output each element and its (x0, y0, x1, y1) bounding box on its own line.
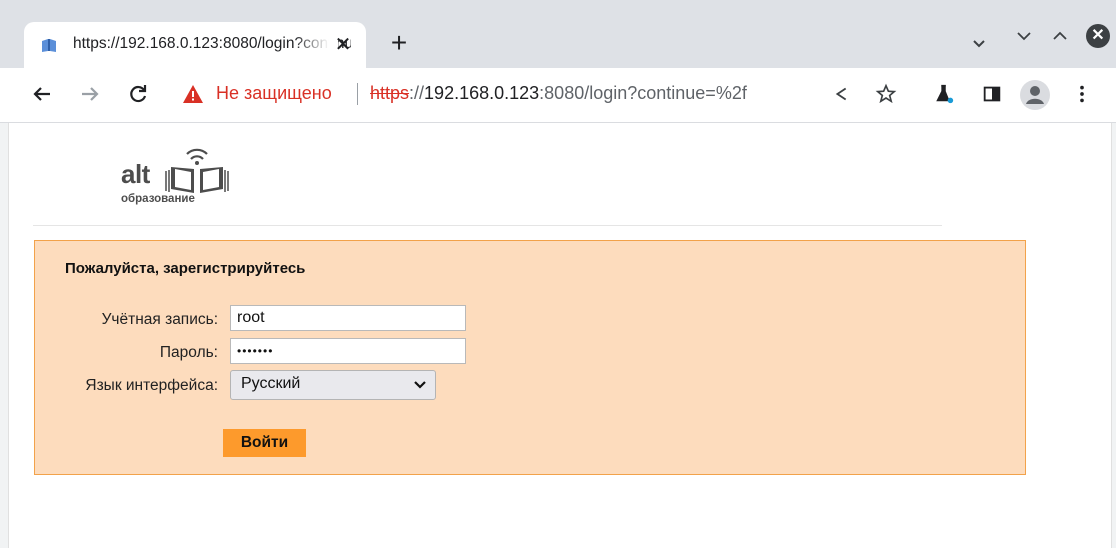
tab-close-icon[interactable]: ✕ (332, 34, 354, 56)
arrow-right-icon[interactable] (76, 80, 104, 108)
book-icon (42, 39, 56, 52)
left-edge (0, 123, 9, 548)
password-input[interactable] (230, 338, 466, 364)
plus-icon[interactable]: + (385, 29, 413, 57)
account-label: Учётная запись: (101, 311, 218, 328)
language-select[interactable]: Русский (230, 370, 436, 400)
alt-logo: alt образование (118, 143, 238, 213)
url-separator: :// (409, 83, 425, 103)
minimize-icon[interactable] (1012, 24, 1036, 48)
reload-icon[interactable] (124, 80, 152, 108)
security-label[interactable]: Не защищено (216, 83, 332, 104)
account-input[interactable] (230, 305, 466, 331)
url-rest: :8080/login?continue=%2f (539, 83, 747, 103)
omnibox-divider (357, 83, 358, 105)
login-heading: Пожалуйста, зарегистрируйтесь (65, 260, 306, 277)
logo-brand: alt (121, 159, 150, 189)
right-edge (1111, 123, 1116, 548)
kebab-menu-icon[interactable] (1068, 80, 1096, 108)
tab-strip: https://192.168.0.123:8080/login?continu… (0, 0, 1116, 68)
arrow-left-icon[interactable] (28, 80, 56, 108)
chevron-down-icon (414, 381, 426, 389)
url-scheme: https (370, 83, 410, 103)
profile-icon[interactable] (1020, 80, 1050, 110)
wifi-book-icon (165, 148, 229, 193)
flask-icon[interactable] (930, 80, 958, 108)
login-panel: Пожалуйста, зарегистрируйтесь Учётная за… (34, 240, 1026, 475)
url-host: 192.168.0.123 (424, 83, 540, 103)
share-icon[interactable] (828, 80, 856, 108)
url-text[interactable]: https://192.168.0.123:8080/login?continu… (370, 83, 747, 104)
language-select-value: Русский (241, 375, 301, 392)
omnibox[interactable]: Не защищено https://192.168.0.123:8080/l… (170, 74, 910, 114)
side-panel-icon[interactable] (978, 80, 1006, 108)
warning-triangle-icon (183, 85, 203, 103)
star-icon[interactable] (872, 80, 900, 108)
chevron-down-icon[interactable] (967, 32, 991, 56)
header-divider (33, 225, 942, 226)
language-label: Язык интерфейса: (85, 377, 218, 394)
password-label: Пароль: (159, 344, 218, 361)
window-close-icon[interactable]: ✕ (1086, 24, 1110, 48)
browser-tab[interactable]: https://192.168.0.123:8080/login?continu… (24, 22, 366, 68)
maximize-icon[interactable] (1048, 24, 1072, 48)
logo-subtitle: образование (121, 193, 195, 205)
login-submit-button[interactable]: Войти (223, 429, 306, 457)
browser-toolbar: Не защищено https://192.168.0.123:8080/l… (0, 68, 1116, 123)
